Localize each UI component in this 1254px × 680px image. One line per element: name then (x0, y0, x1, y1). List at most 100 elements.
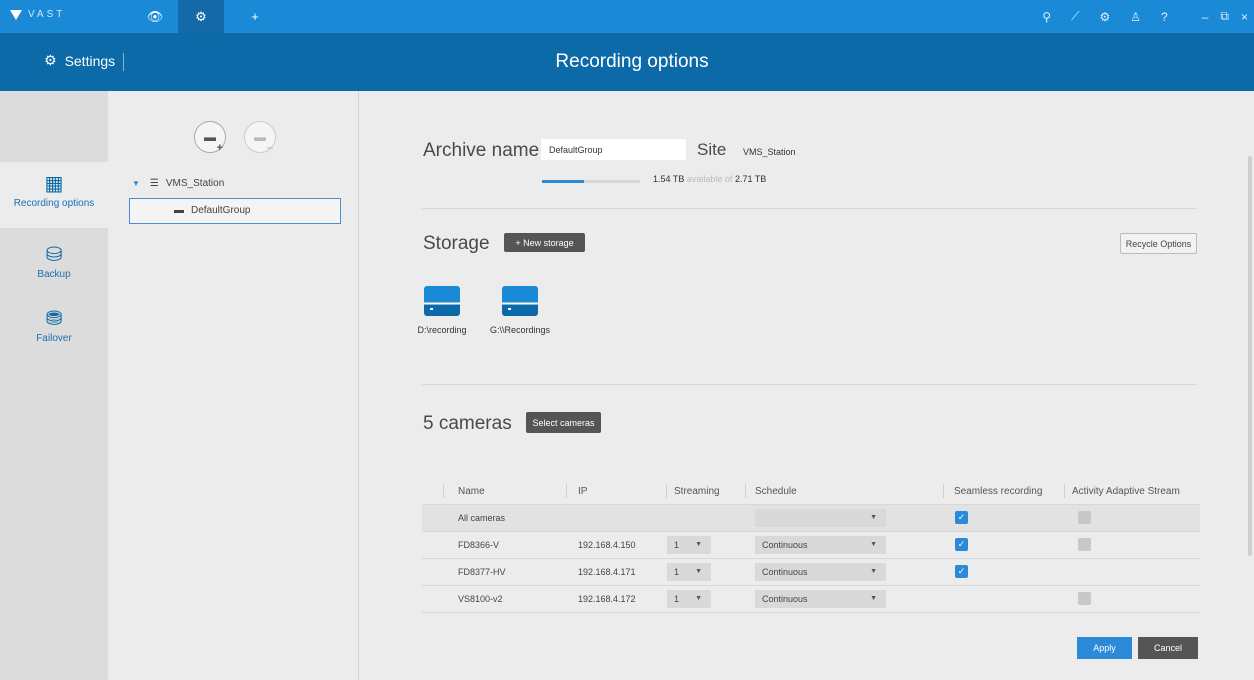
table-row: FD8377-HV 192.168.4.171 1 ▼ Continuous ▼… (422, 559, 1200, 585)
schedule-value: Continuous (762, 567, 808, 577)
help-icon[interactable]: ? (1161, 10, 1168, 24)
storage-item[interactable]: D:\recording (409, 286, 475, 335)
site-value: VMS_Station (743, 147, 796, 157)
camera-name: FD8366-V (458, 540, 500, 550)
storage-item[interactable]: G:\\Recordings (487, 286, 553, 335)
drive-export-icon: ⛁ (45, 244, 63, 266)
chart-icon[interactable]: ⟋ (1071, 9, 1079, 24)
sidebar-item-failover[interactable]: ⛃ Failover (0, 297, 108, 363)
column-header-streaming[interactable]: Streaming (674, 478, 720, 504)
sidebar-item-recording-options[interactable]: ▦ Recording options (0, 162, 108, 228)
storage-title: Storage (423, 233, 490, 254)
new-storage-button[interactable]: + New storage (504, 233, 585, 252)
adaptive-checkbox[interactable] (1078, 538, 1091, 551)
column-header-adaptive[interactable]: Activity Adaptive Stream (1072, 478, 1180, 504)
top-bar: VAST 👁 ⚙ + ⚲ ⟋ ⚙ ♙ ? – ⧉ × (0, 0, 1254, 33)
restore-icon[interactable]: ⧉ (1220, 9, 1229, 24)
add-tab-button[interactable]: + (232, 0, 278, 33)
camera-name: FD8377-HV (458, 567, 506, 577)
storage-used: 1.54 TB (653, 174, 685, 184)
minus-icon: – (266, 142, 273, 154)
storage-total: 2.71 TB (734, 174, 767, 184)
cancel-button[interactable]: Cancel (1138, 637, 1198, 659)
hard-drive-icon (502, 286, 538, 316)
sidebar-item-label: Backup (37, 269, 71, 280)
apply-button[interactable]: Apply (1077, 637, 1132, 659)
camera-name: All cameras (458, 513, 506, 523)
recycle-options-button[interactable]: Recycle Options (1120, 233, 1197, 254)
column-header-seamless[interactable]: Seamless recording (954, 478, 1042, 504)
camera-ip: 192.168.4.150 (578, 540, 636, 550)
gear-icon: ⚙ (195, 8, 207, 24)
archive-tree-panel: ▬ + ▬ – ▼ ☰ VMS_Station ▬ DefaultGroup (108, 91, 359, 680)
tab-liveview[interactable]: 👁 (132, 0, 178, 33)
schedule-value: Continuous (762, 594, 808, 604)
chevron-down-icon: ▼ (870, 568, 877, 575)
remove-archive-button[interactable]: ▬ – (244, 121, 276, 154)
column-header-ip[interactable]: IP (578, 478, 587, 504)
camera-ip: 192.168.4.171 (578, 567, 636, 577)
section-divider (422, 208, 1197, 209)
storage-usage-bar (542, 180, 640, 183)
page-header: ⚙ Settings Recording options (0, 33, 1254, 91)
streaming-select[interactable]: 1 ▼ (667, 590, 711, 608)
chevron-down-icon: ▼ (870, 541, 877, 548)
column-separator (745, 484, 746, 498)
chevron-down-icon: ▼ (870, 595, 877, 602)
archive-name-input[interactable] (541, 139, 686, 160)
schedule-select[interactable]: Continuous ▼ (755, 590, 886, 608)
schedule-select[interactable]: Continuous ▼ (755, 536, 886, 554)
storage-usage-fill (542, 180, 585, 183)
column-header-schedule[interactable]: Schedule (755, 478, 797, 504)
streaming-value: 1 (674, 540, 680, 550)
chevron-down-icon: ▼ (695, 568, 702, 575)
gear-icon[interactable]: ⚙ (1100, 10, 1111, 24)
recording-options-content: Archive name Site VMS_Station 1.54 TB av… (360, 91, 1254, 680)
minimize-icon[interactable]: – (1202, 10, 1209, 24)
plus-icon: + (251, 9, 259, 24)
close-icon[interactable]: × (1241, 10, 1248, 24)
column-separator (666, 484, 667, 498)
seamless-checkbox[interactable]: ✓ (955, 511, 968, 524)
camera-ip: 192.168.4.172 (578, 594, 636, 604)
section-divider (422, 384, 1197, 385)
scrollbar[interactable] (1248, 156, 1252, 556)
schedule-select[interactable]: ▼ (755, 509, 886, 527)
streaming-value: 1 (674, 594, 680, 604)
sidebar-item-label: Recording options (13, 198, 95, 209)
table-header: Name IP Streaming Schedule Seamless reco… (422, 478, 1200, 504)
add-archive-button[interactable]: ▬ + (194, 121, 226, 154)
tree-node-station[interactable]: ▼ ☰ VMS_Station (132, 178, 224, 189)
drive-icon: ▬ (204, 130, 216, 144)
cameras-title: 5 cameras (423, 413, 512, 434)
person-icon[interactable]: ♙ (1130, 10, 1141, 24)
column-separator (566, 484, 567, 498)
streaming-value: 1 (674, 567, 680, 577)
sidebar-item-backup[interactable]: ⛁ Backup (0, 233, 108, 299)
column-separator (1064, 484, 1065, 498)
drive-icon: ▬ (254, 130, 266, 144)
streaming-select[interactable]: 1 ▼ (667, 563, 711, 581)
column-header-name[interactable]: Name (458, 478, 485, 504)
tree-node-defaultgroup[interactable]: ▬ DefaultGroup (129, 198, 341, 224)
adaptive-checkbox[interactable] (1078, 511, 1091, 524)
calendar-icon: ▦ (44, 173, 64, 195)
adaptive-checkbox[interactable] (1078, 592, 1091, 605)
storage-usage-text: 1.54 TB available of 2.71 TB (653, 174, 766, 184)
tab-settings[interactable]: ⚙ (178, 0, 224, 33)
archive-name-label: Archive name (423, 140, 540, 161)
binoculars-icon[interactable]: ⚲ (1042, 10, 1051, 24)
tree-node-label: DefaultGroup (191, 205, 251, 216)
storage-available-text: available of (686, 174, 733, 184)
hard-drive-icon (424, 286, 460, 316)
expand-arrow-icon[interactable]: ▼ (132, 179, 140, 188)
select-cameras-button[interactable]: Select cameras (526, 412, 601, 433)
seamless-checkbox[interactable]: ✓ (955, 565, 968, 578)
streaming-select[interactable]: 1 ▼ (667, 536, 711, 554)
seamless-checkbox[interactable]: ✓ (955, 538, 968, 551)
table-row: FD8366-V 192.168.4.150 1 ▼ Continuous ▼ … (422, 532, 1200, 558)
plus-icon: + (216, 142, 223, 154)
column-separator (943, 484, 944, 498)
schedule-select[interactable]: Continuous ▼ (755, 563, 886, 581)
table-row: All cameras ▼ ✓ (422, 505, 1200, 531)
